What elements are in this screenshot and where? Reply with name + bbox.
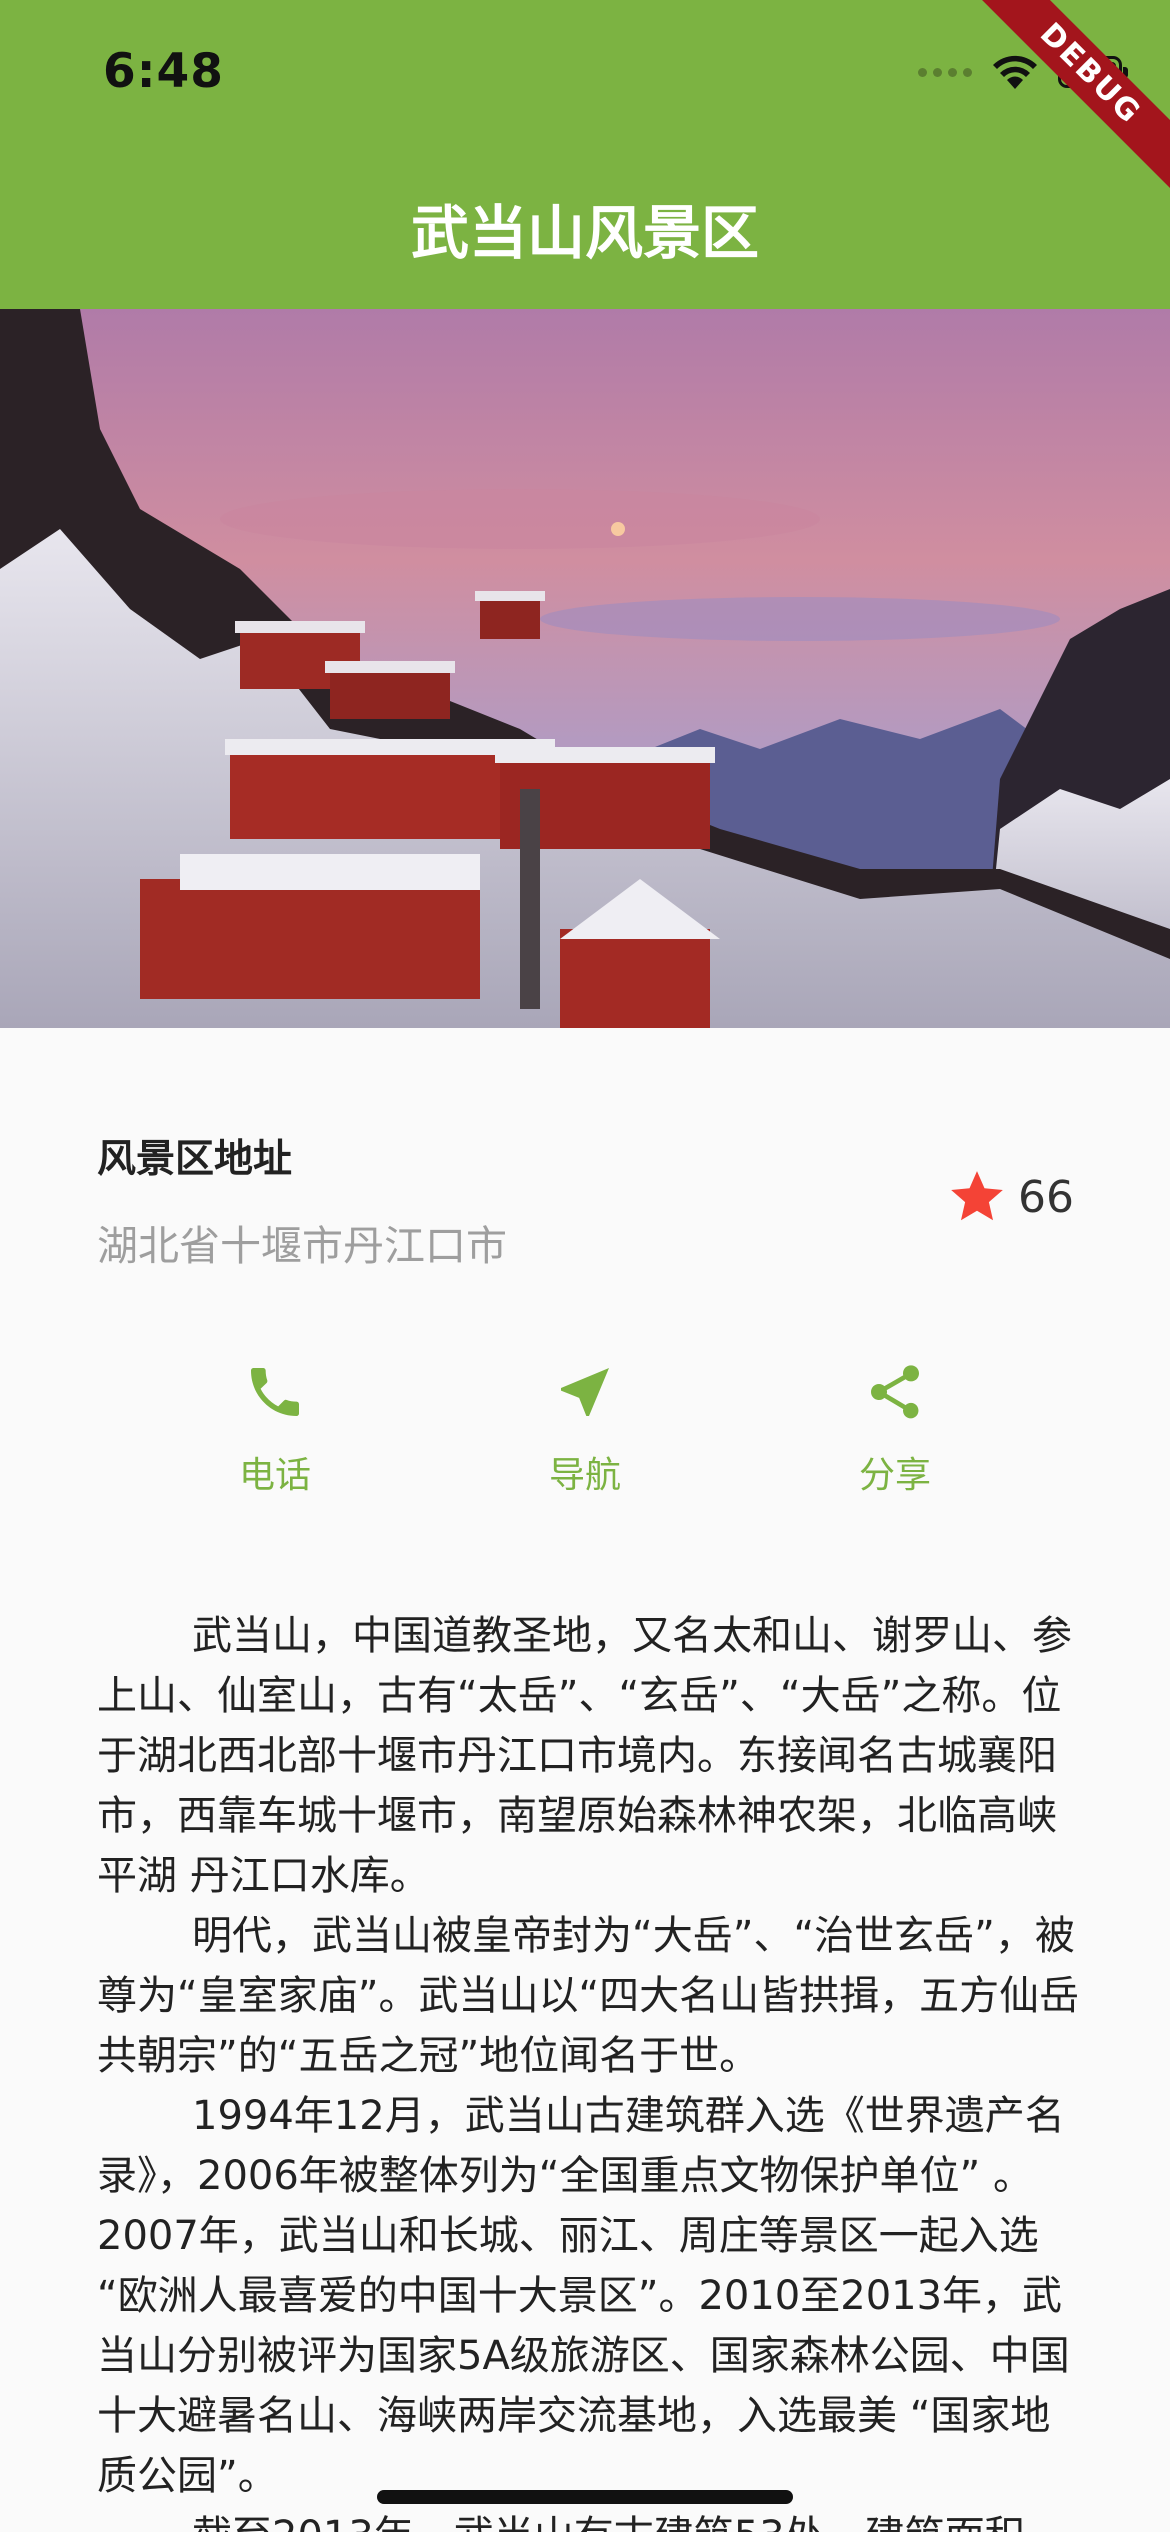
description-paragraph: 明代，武当山被皇帝封为“大岳”、“治世玄岳”，被尊为“皇室家庙”。武当山以“四大… [97,1913,1080,2079]
app-bar: 6:48 DEBUG 武当山风景区 [0,0,1170,309]
signal-icon [918,67,972,77]
call-label: 电话 [238,1455,311,1496]
navigation-icon [561,1368,609,1416]
rating-count: 66 [1018,1171,1074,1223]
home-indicator[interactable] [377,2490,793,2504]
share-icon [871,1365,919,1419]
navigate-button[interactable]: 导航 [485,1360,685,1498]
status-time: 6:48 [103,44,224,99]
page-title: 武当山风景区 [410,199,759,267]
address-text: 湖北省十堰市丹江口市 [97,1222,507,1270]
debug-banner: DEBUG [980,0,1170,190]
description-paragraph: 武当山，中国道教圣地，又名太和山、谢罗山、参上山、仙室山，古有“太岳”、“玄岳”… [97,1613,1072,1899]
description-paragraph: 截至2013年，武当山有古建筑53处，建筑面积 [97,2506,1087,2532]
share-button[interactable]: 分享 [795,1360,995,1498]
call-button[interactable]: 电话 [175,1360,375,1498]
star-icon [951,1171,1003,1221]
phone-icon [251,1368,299,1416]
description-paragraph: 1994年12月，武当山古建筑群入选《世界遗产名录》，2006年被整体列为“全国… [97,2093,1070,2499]
rating[interactable]: 66 [946,1166,1074,1228]
navigate-label: 导航 [548,1455,621,1496]
section-title: 风景区地址 [97,1137,293,1182]
share-label: 分享 [858,1455,931,1496]
hero-image [0,309,1170,1028]
description: 武当山，中国道教圣地，又名太和山、谢罗山、参上山、仙室山，古有“太岳”、“玄岳”… [97,1606,1087,2532]
action-row: 电话 导航 分享 [0,1360,1170,1520]
